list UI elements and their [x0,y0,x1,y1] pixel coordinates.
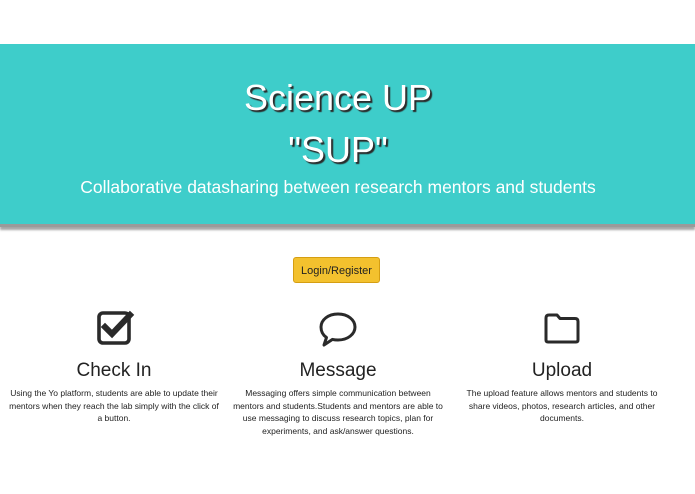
feature-title: Upload [531,360,593,381]
check-square-icon [97,310,135,345]
feature-check-in: Check In Using the Yo platform, students… [8,305,220,425]
hero-title: Science UP [243,77,433,118]
feature-title: Message [299,360,377,381]
hero-banner: Science UP "SUP" Collaborative datashari… [0,44,695,227]
feature-description: Using the Yo platform, students are able… [9,388,219,423]
feature-title: Check In [76,360,152,381]
hero-subtitle: Collaborative datasharing between resear… [80,177,596,197]
speech-bubble-icon [319,312,357,347]
folder-icon [544,313,580,344]
feature-description: The upload feature allows mentors and st… [466,388,658,423]
hero-title-abbreviation: "SUP" [288,129,388,170]
feature-description: Messaging offers simple communication be… [233,388,443,436]
feature-message: Message Messaging offers simple communic… [232,305,444,437]
feature-upload: Upload The upload feature allows mentors… [456,305,668,425]
login-register-button[interactable]: Login/Register [293,257,380,283]
